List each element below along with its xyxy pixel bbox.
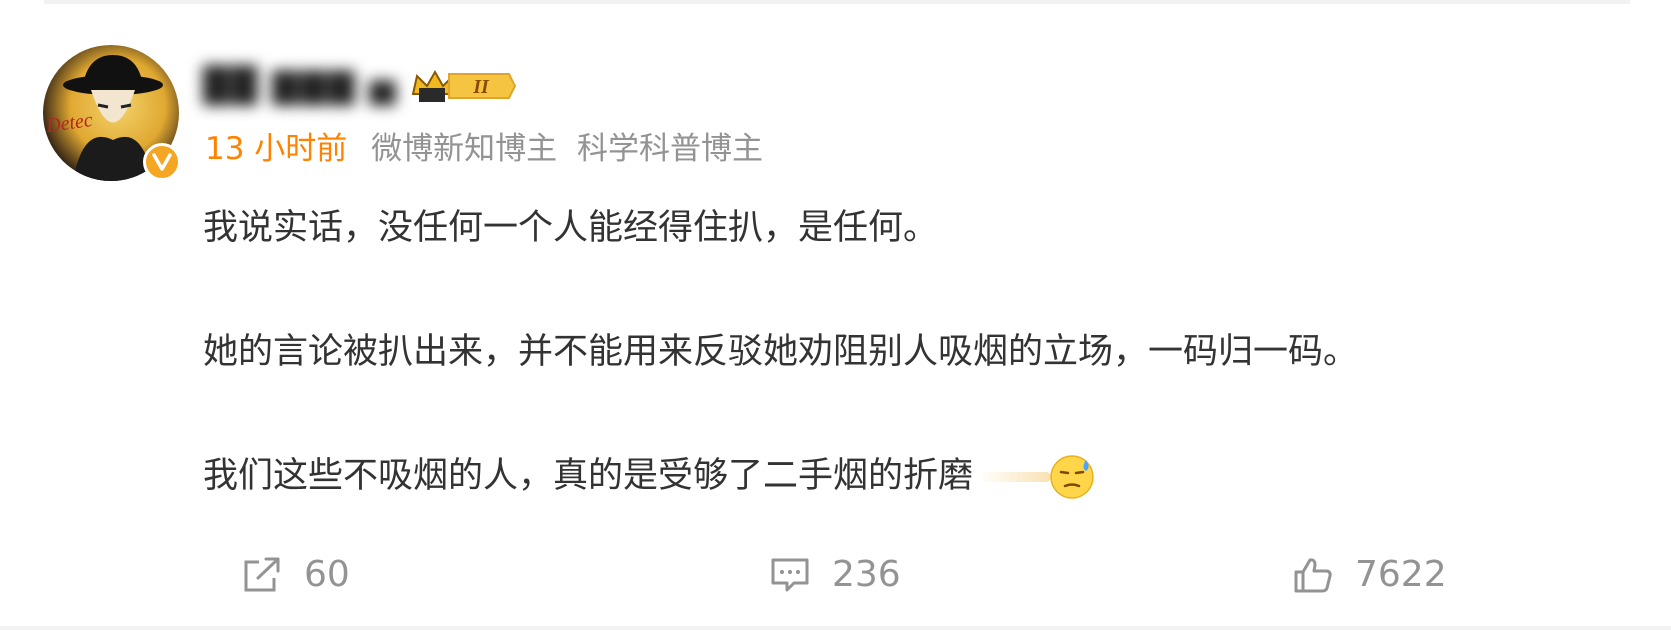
comment-button[interactable]: 236 xyxy=(770,554,901,595)
like-count: 7622 xyxy=(1355,554,1447,595)
thumbs-up-icon xyxy=(1294,557,1332,592)
svg-text:Detec: Detec xyxy=(44,109,94,137)
content-paragraph-2: 她的言论被扒出来，并不能用来反驳她劝阻别人吸烟的立场，一码归一码。 xyxy=(203,332,1359,372)
comment-icon xyxy=(771,558,809,591)
verified-badge-icon xyxy=(143,143,181,181)
username[interactable]: ██ ▇▇▇ ▅ II xyxy=(203,64,533,108)
user-tag-2: 科学科普博主 xyxy=(577,131,764,167)
smoke-trail-decoration xyxy=(979,472,1052,482)
user-avatar[interactable]: Detec xyxy=(43,45,181,181)
content-paragraph-1: 我说实话，没任何一个人能经得住扒，是任何。 xyxy=(203,208,939,248)
post-time[interactable]: 13 小时前 xyxy=(205,131,347,167)
sweat-smile-emoji-icon xyxy=(1050,455,1094,499)
content-paragraph-3: 我们这些不吸烟的人，真的是受够了二手烟的折磨 xyxy=(203,452,1095,500)
top-divider xyxy=(44,0,1630,4)
post-meta: 13 小时前 微博新知博主 科学科普博主 xyxy=(205,129,773,169)
share-icon xyxy=(244,557,280,591)
action-bar: 60 236 7622 xyxy=(0,554,1671,604)
username-text: ██ ▇▇▇ ▅ xyxy=(203,66,398,106)
member-crown-badge-icon: II xyxy=(411,69,517,102)
like-button[interactable]: 7622 xyxy=(1293,554,1447,595)
bottom-divider xyxy=(0,626,1671,630)
comment-count: 236 xyxy=(832,554,901,595)
repost-button[interactable]: 60 xyxy=(242,554,350,595)
user-tag-1: 微博新知博主 xyxy=(371,131,558,167)
repost-count: 60 xyxy=(304,554,350,595)
badge-level: II xyxy=(472,76,490,98)
content-paragraph-3-text: 我们这些不吸烟的人，真的是受够了二手烟的折磨 xyxy=(203,456,974,496)
